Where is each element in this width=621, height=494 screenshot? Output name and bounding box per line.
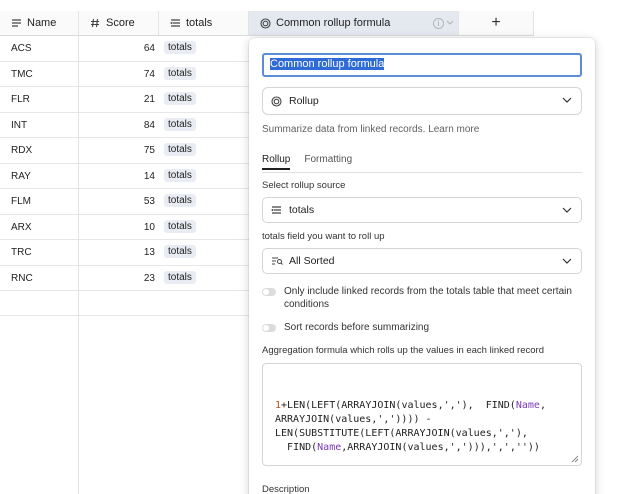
linked-record-chip[interactable]: totals bbox=[164, 168, 196, 182]
linked-record-chip[interactable]: totals bbox=[164, 117, 196, 131]
column-header-name-label: Name bbox=[27, 17, 57, 29]
cell-score[interactable]: 74 bbox=[79, 69, 155, 80]
column-header-score[interactable]: Score bbox=[79, 11, 159, 36]
field-name-input[interactable]: Common rollup formula bbox=[262, 53, 582, 77]
cell-score[interactable]: 14 bbox=[79, 171, 155, 182]
table-row[interactable]: INT 84 totals bbox=[0, 113, 249, 138]
cell-name[interactable]: FLR bbox=[11, 94, 30, 105]
info-icon: i bbox=[433, 17, 444, 29]
cell-score[interactable]: 10 bbox=[79, 222, 155, 233]
rollup-icon bbox=[271, 95, 283, 107]
column-header-score-label: Score bbox=[106, 17, 135, 29]
table-row[interactable]: RNC 23 totals bbox=[0, 266, 249, 291]
field-type-select[interactable]: Rollup bbox=[262, 87, 582, 115]
linked-record-chip[interactable]: totals bbox=[164, 41, 196, 54]
cell-name[interactable]: INT bbox=[11, 120, 27, 131]
linked-record-chip[interactable]: totals bbox=[164, 143, 196, 156]
cell-score[interactable]: 21 bbox=[79, 94, 155, 105]
rollup-field-value: All Sorted bbox=[289, 255, 335, 267]
rollup-source-label: Select rollup source bbox=[262, 180, 346, 191]
chevron-down-icon bbox=[562, 97, 572, 103]
cell-name[interactable]: ACS bbox=[11, 43, 32, 54]
table-row[interactable]: TRC 13 totals bbox=[0, 240, 249, 266]
cell-name[interactable]: TRC bbox=[11, 247, 32, 258]
cell-score[interactable]: 53 bbox=[79, 196, 155, 207]
description-label: Description bbox=[262, 484, 310, 494]
column-header-name[interactable]: Name bbox=[0, 11, 79, 36]
column-info-dropdown[interactable]: i bbox=[433, 17, 454, 29]
chevron-down-icon bbox=[562, 207, 572, 213]
tab-divider bbox=[262, 172, 582, 173]
cell-score[interactable]: 75 bbox=[79, 145, 155, 156]
formula-line: FIND(Name,ARRAYJOIN(values,','))),',',''… bbox=[275, 442, 540, 453]
linked-record-chip[interactable]: totals bbox=[164, 66, 196, 80]
linked-record-chip[interactable]: totals bbox=[164, 270, 196, 284]
column-header-totals-label: totals bbox=[186, 17, 213, 29]
column-header-rollup-label: Common rollup formula bbox=[276, 17, 391, 29]
sort-toggle-row[interactable]: Sort records before summarizing bbox=[262, 321, 574, 334]
link-lines-icon bbox=[271, 205, 283, 215]
table-row[interactable]: RAY 14 totals bbox=[0, 164, 249, 189]
rollup-source-select[interactable]: totals bbox=[262, 197, 582, 223]
tab-rollup[interactable]: Rollup bbox=[262, 154, 291, 170]
chevron-down-icon bbox=[562, 258, 572, 264]
cell-name[interactable]: TMC bbox=[11, 69, 33, 80]
rollup-field-select[interactable]: All Sorted bbox=[262, 248, 582, 274]
rollup-icon bbox=[259, 17, 271, 29]
linked-record-chip[interactable]: totals bbox=[164, 245, 196, 258]
cell-name[interactable]: FLM bbox=[11, 196, 31, 207]
table-row[interactable]: ACS 64 totals bbox=[0, 36, 249, 62]
formula-code: 1+LEN(LEFT(ARRAYJOIN(values,','), FIND(N… bbox=[275, 399, 573, 455]
formula-line: LEN(SUBSTITUTE(LEFT(ARRAYJOIN(values,','… bbox=[275, 428, 528, 439]
hash-icon bbox=[89, 17, 101, 29]
cell-name[interactable]: RNC bbox=[11, 273, 33, 284]
cell-score[interactable]: 64 bbox=[79, 43, 155, 54]
table-row[interactable]: RDX 75 totals bbox=[0, 138, 249, 164]
cell-name[interactable]: ARX bbox=[11, 222, 32, 233]
link-lines-icon bbox=[169, 17, 181, 29]
linked-record-chip[interactable]: totals bbox=[164, 92, 196, 105]
cell-score[interactable]: 23 bbox=[79, 273, 155, 284]
linked-record-chip[interactable]: totals bbox=[164, 194, 196, 207]
text-lines-icon bbox=[10, 17, 22, 29]
cell-name[interactable]: RAY bbox=[11, 171, 31, 182]
rollup-field-label: totals field you want to roll up bbox=[262, 231, 385, 242]
column-header-rollup[interactable]: Common rollup formula i bbox=[249, 11, 459, 36]
field-config-panel: Common rollup formula Rollup Summarize d… bbox=[249, 38, 595, 494]
formula-line: 1+LEN(LEFT(ARRAYJOIN(values,','), FIND(N… bbox=[275, 400, 546, 411]
column-header-totals[interactable]: totals bbox=[159, 11, 249, 36]
field-type-summary: Summarize data from linked records. Lear… bbox=[262, 124, 479, 135]
learn-more-link[interactable]: Learn more bbox=[428, 124, 479, 135]
tab-formatting[interactable]: Formatting bbox=[304, 154, 352, 170]
condition-toggle[interactable] bbox=[262, 288, 276, 296]
sort-toggle-label: Sort records before summarizing bbox=[284, 322, 430, 333]
linked-record-chip[interactable]: totals bbox=[164, 219, 196, 233]
field-type-value: Rollup bbox=[289, 95, 319, 107]
aggregation-formula-editor[interactable]: 1+LEN(LEFT(ARRAYJOIN(values,','), FIND(N… bbox=[262, 363, 582, 466]
cell-score[interactable]: 84 bbox=[79, 120, 155, 131]
add-column-button[interactable]: + bbox=[459, 11, 534, 36]
condition-toggle-label: Only include linked records from the tot… bbox=[284, 286, 572, 310]
field-name-value: Common rollup formula bbox=[270, 58, 385, 70]
chevron-down-icon bbox=[446, 20, 454, 25]
table-row[interactable]: ARX 10 totals bbox=[0, 215, 249, 240]
rollup-source-value: totals bbox=[289, 204, 315, 216]
new-row[interactable] bbox=[0, 291, 249, 316]
table-row[interactable]: FLR 21 totals bbox=[0, 87, 249, 113]
summary-text: Summarize data from linked records. bbox=[262, 124, 426, 135]
config-tabs: Rollup Formatting bbox=[262, 154, 352, 170]
cell-score[interactable]: 13 bbox=[79, 247, 155, 258]
sort-toggle[interactable] bbox=[262, 324, 276, 332]
condition-toggle-row[interactable]: Only include linked records from the tot… bbox=[262, 285, 574, 311]
cell-name[interactable]: RDX bbox=[11, 145, 32, 156]
sorted-view-icon bbox=[271, 256, 283, 266]
formula-line: ARRAYJOIN(values,',')))) - bbox=[275, 414, 432, 425]
table-row[interactable]: FLM 53 totals bbox=[0, 189, 249, 215]
resize-handle-icon[interactable] bbox=[571, 455, 579, 463]
formula-label: Aggregation formula which rolls up the v… bbox=[262, 345, 544, 356]
table-row[interactable]: TMC 74 totals bbox=[0, 62, 249, 87]
